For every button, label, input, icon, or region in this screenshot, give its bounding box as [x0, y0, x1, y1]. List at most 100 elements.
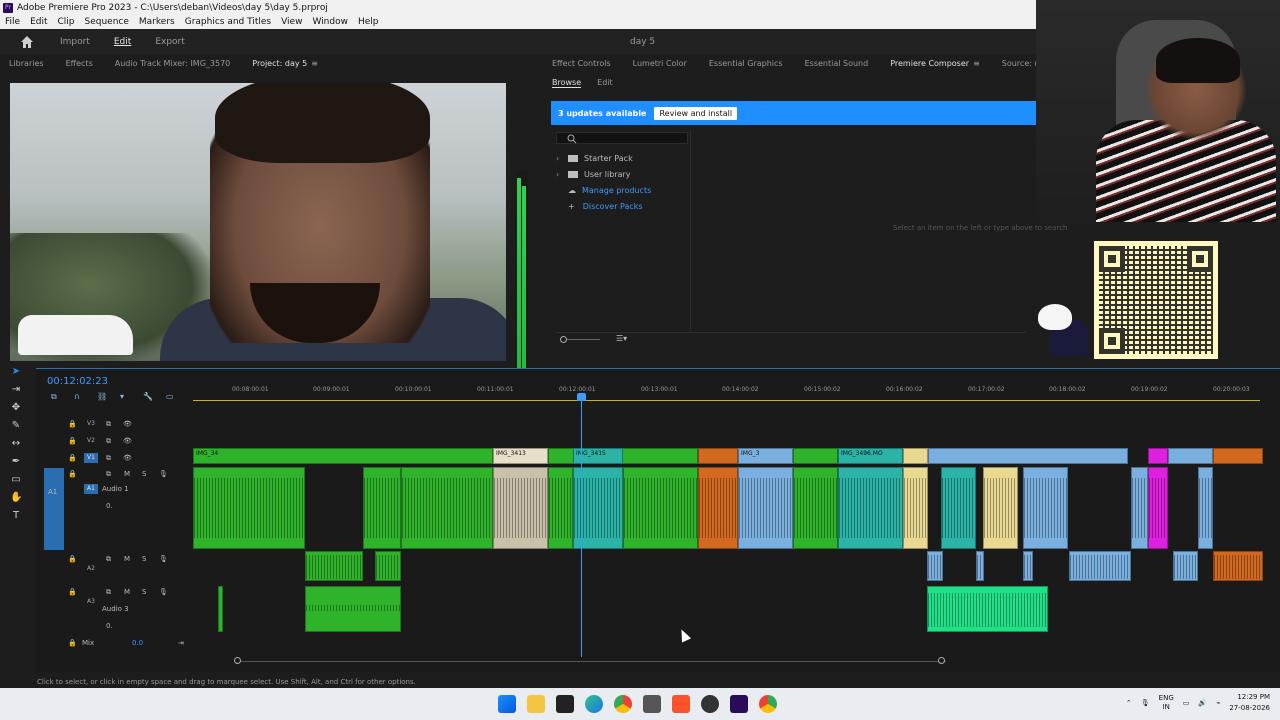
menu-view[interactable]: View [276, 17, 307, 27]
razor-tool-icon[interactable]: ✎ [10, 420, 22, 432]
hand-tool-icon[interactable]: ✋ [10, 492, 22, 504]
track-area[interactable]: IMG_34 IMG_3413 IMG_3415 IMG_3 IMG_3496.… [193, 413, 1263, 653]
list-view-icon[interactable]: ☰▾ [616, 334, 627, 343]
track-label-v1[interactable]: V1 [84, 453, 98, 463]
edge-icon[interactable] [585, 695, 603, 713]
sync-lock-icon[interactable]: ⧉ [106, 470, 111, 479]
video-clip[interactable] [793, 448, 838, 464]
composer-tab-browse[interactable]: Browse [552, 78, 582, 88]
tab-libraries[interactable]: Libraries [9, 59, 44, 68]
microphone-icon[interactable]: 🎙 [159, 470, 168, 478]
chevron-up-icon[interactable]: ⌃ [1126, 699, 1132, 707]
video-clip[interactable]: IMG_3 [738, 448, 793, 464]
terminal-icon[interactable] [556, 695, 574, 713]
playhead-line[interactable] [581, 395, 582, 657]
audio-clip[interactable] [305, 551, 363, 581]
tab-audio-track-mixer[interactable]: Audio Track Mixer: IMG_3570 [115, 59, 231, 68]
obs-icon[interactable] [701, 695, 719, 713]
home-icon[interactable] [20, 35, 34, 49]
sync-lock-icon[interactable]: ⧉ [106, 588, 111, 597]
slip-tool-icon[interactable]: ↔ [10, 438, 22, 450]
panel-menu-icon[interactable]: ≡ [973, 59, 980, 68]
microphone-icon[interactable]: 🎙 [1141, 699, 1150, 707]
review-install-button[interactable]: Review and install [654, 106, 738, 120]
audio-clip[interactable] [1198, 467, 1213, 549]
mute-button[interactable]: M [124, 470, 130, 478]
lock-icon[interactable]: 🔒 [68, 454, 77, 462]
track-volume-a1[interactable]: 0. [106, 502, 113, 510]
audio-clip[interactable] [698, 467, 738, 549]
audio-clip[interactable] [983, 467, 1018, 549]
ripple-edit-tool-icon[interactable]: ✥ [10, 402, 22, 414]
panel-menu-icon[interactable]: ≡ [311, 59, 318, 68]
mix-value[interactable]: 0.0 [132, 639, 143, 647]
track-label-a2[interactable]: A2 [84, 564, 98, 574]
selection-tool-icon[interactable]: ➤ [10, 366, 22, 378]
lock-icon[interactable]: 🔒 [68, 639, 77, 647]
add-marker-icon[interactable]: ▾ [120, 392, 132, 402]
menu-graphics-titles[interactable]: Graphics and Titles [180, 17, 276, 27]
scrollbar-track[interactable] [236, 661, 946, 662]
menu-sequence[interactable]: Sequence [80, 17, 134, 27]
audio-clip[interactable] [1023, 467, 1068, 549]
captions-icon[interactable]: ▭ [166, 392, 178, 402]
timeline-zoom-scrollbar[interactable] [36, 657, 1280, 665]
linked-selection-icon[interactable]: ⛓ [97, 392, 109, 402]
language-indicator[interactable]: ENG IN [1159, 694, 1174, 712]
solo-button[interactable]: S [142, 555, 146, 563]
store-icon[interactable] [643, 695, 661, 713]
snap-icon[interactable]: ∩ [74, 392, 86, 402]
scrollbar-start-handle[interactable] [234, 657, 241, 664]
audio-clip[interactable] [623, 467, 698, 549]
audio-clip[interactable] [903, 467, 928, 549]
sync-lock-icon[interactable]: ⧉ [106, 437, 111, 446]
mute-button[interactable]: M [124, 555, 130, 563]
menu-edit[interactable]: Edit [25, 17, 52, 27]
audio-clip[interactable] [363, 467, 401, 549]
audio-clip[interactable] [976, 551, 984, 581]
display-icon[interactable]: ▭ [1183, 699, 1190, 707]
tab-project[interactable]: Project: day 5 [252, 59, 307, 68]
audio-clip[interactable] [548, 467, 573, 549]
music-clip[interactable] [305, 586, 401, 632]
composer-zoom-handle[interactable] [560, 336, 567, 343]
track-source-a1[interactable] [44, 468, 64, 550]
lock-icon[interactable]: 🔒 [68, 420, 77, 428]
discover-packs-link[interactable]: + Discover Packs [556, 198, 688, 214]
video-clip[interactable] [1148, 448, 1168, 464]
video-clip[interactable] [903, 448, 928, 464]
video-clip[interactable]: IMG_3496.MO [838, 448, 903, 464]
tab-lumetri-color[interactable]: Lumetri Color [633, 59, 687, 68]
menu-help[interactable]: Help [353, 17, 384, 27]
system-clock[interactable]: 12:29 PM 27-08-2026 [1229, 692, 1270, 714]
track-volume-a3[interactable]: 0. [106, 622, 113, 630]
video-clip[interactable] [1213, 448, 1263, 464]
lock-icon[interactable]: 🔒 [68, 470, 77, 478]
solo-button[interactable]: S [142, 470, 146, 478]
menu-window[interactable]: Window [307, 17, 353, 27]
sync-lock-icon[interactable]: ⧉ [106, 454, 111, 463]
audio-clip[interactable] [793, 467, 838, 549]
menu-markers[interactable]: Markers [134, 17, 180, 27]
work-area-bar[interactable] [193, 400, 1260, 401]
menu-file[interactable]: File [0, 17, 25, 27]
lock-icon[interactable]: 🔒 [68, 588, 77, 596]
video-clip[interactable] [928, 448, 1128, 464]
audio-clip[interactable] [1148, 467, 1168, 549]
wrench-icon[interactable]: 🔧 [143, 392, 155, 402]
file-explorer-icon[interactable] [527, 695, 545, 713]
composer-tab-edit[interactable]: Edit [597, 78, 613, 88]
tab-essential-sound[interactable]: Essential Sound [805, 59, 869, 68]
microphone-icon[interactable]: 🎙 [159, 555, 168, 563]
music-clip[interactable] [927, 586, 1048, 632]
eye-icon[interactable]: 👁 [123, 437, 132, 445]
manage-products-link[interactable]: ☁ Manage products [556, 182, 688, 198]
sync-lock-icon[interactable]: ⧉ [106, 555, 111, 564]
track-label-v2[interactable]: V2 [84, 436, 98, 446]
time-ruler[interactable]: 00:08:00:01 00:09:00:01 00:10:00:01 00:1… [193, 382, 1280, 404]
composer-search-input[interactable] [556, 132, 688, 144]
audio-clip[interactable] [193, 467, 305, 549]
pen-tool-icon[interactable]: ✒ [10, 456, 22, 468]
audio-clip[interactable] [493, 467, 548, 549]
workspace-export[interactable]: Export [143, 37, 196, 47]
